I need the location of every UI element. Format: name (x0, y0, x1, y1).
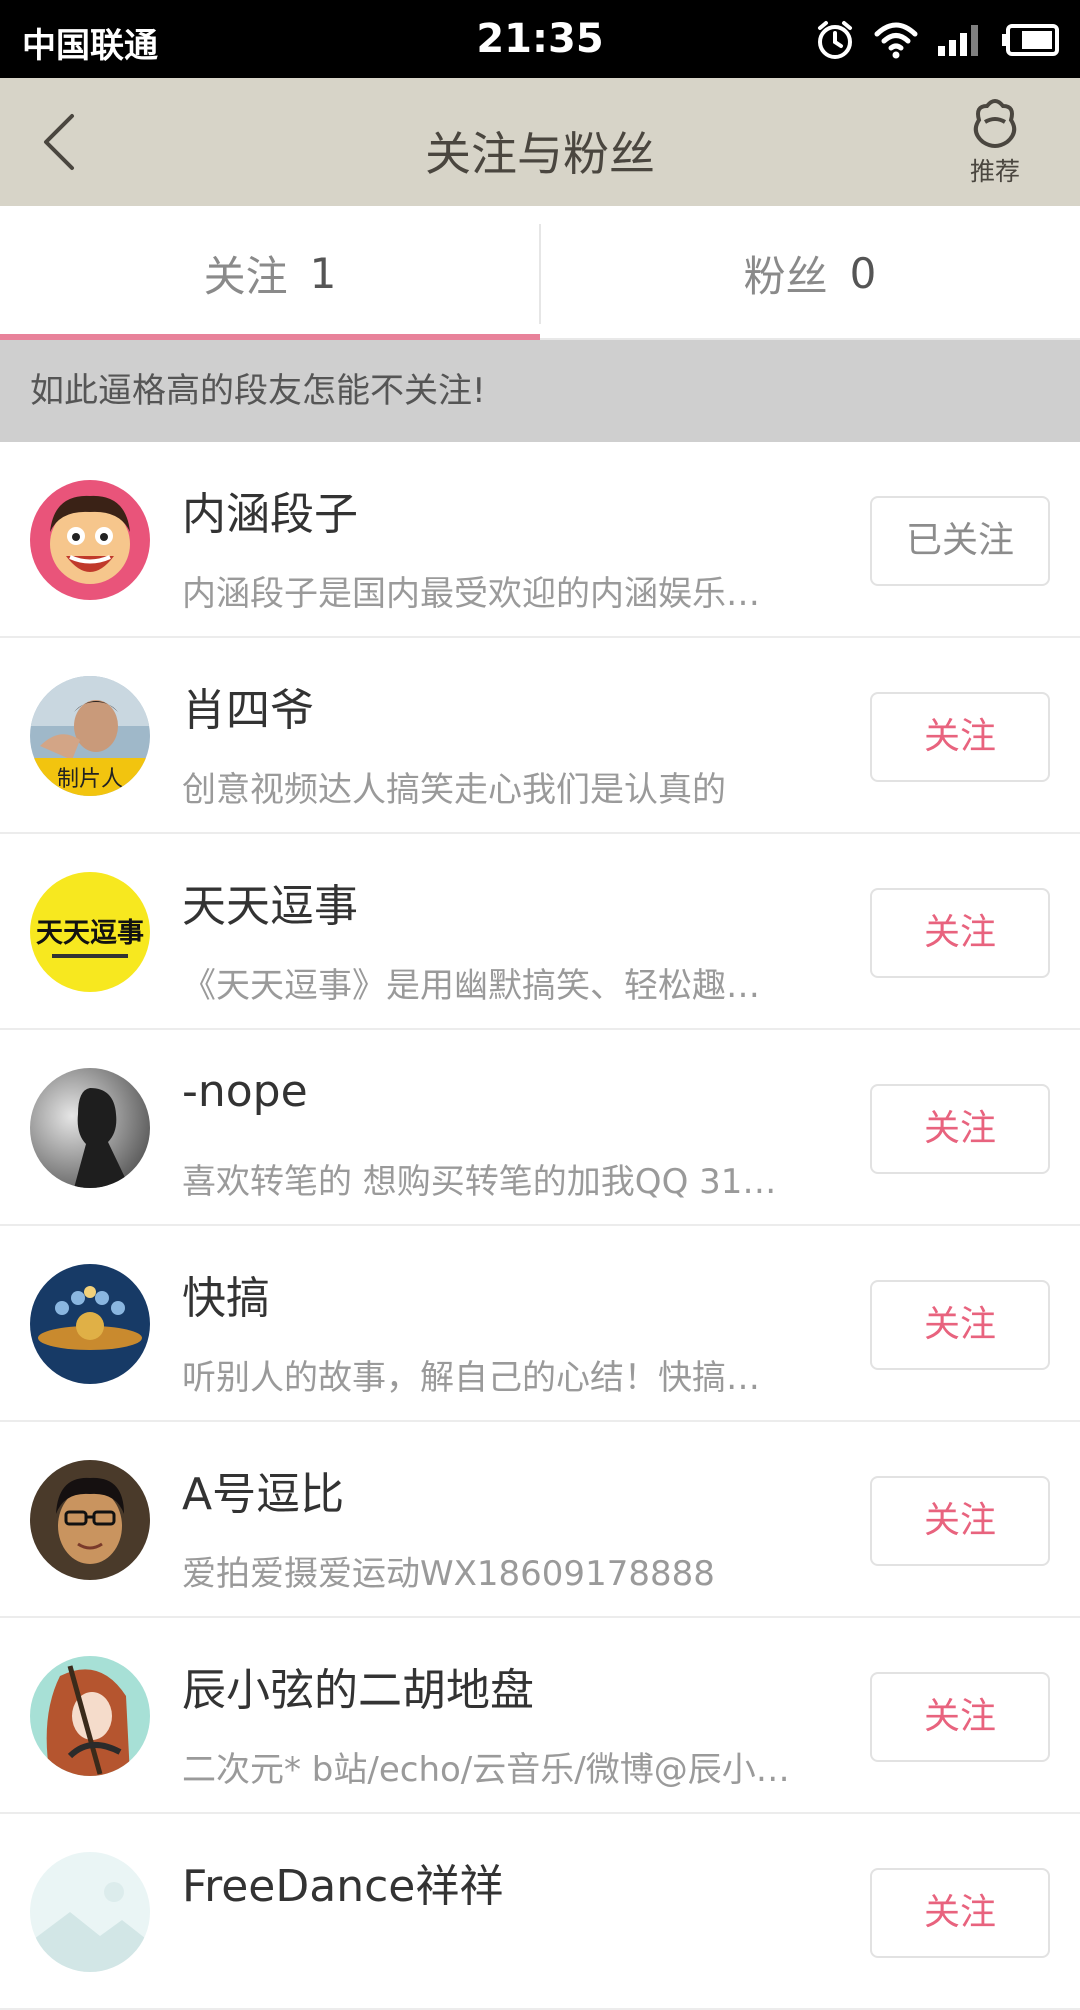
user-description: 听别人的故事，解自己的心结！快搞… (182, 1358, 760, 1398)
tab-fans-label: 粉丝 (743, 251, 828, 301)
status-icons (814, 14, 1060, 66)
tab-fans-count: 0 (849, 248, 877, 298)
user-name[interactable]: 内涵段子 (182, 478, 358, 542)
tab-bar: 关注 1 粉丝 0 (0, 206, 1080, 340)
follow-button[interactable]: 关注 (870, 692, 1050, 782)
user-description: 爱拍爱摄爱运动WX18609178888 (182, 1554, 715, 1594)
avatar-badge-text: 制片人 (57, 767, 123, 792)
list-item[interactable]: 快搞 听别人的故事，解自己的心结！快搞… 关注 (0, 1226, 1080, 1422)
tab-fans[interactable]: 粉丝 0 (540, 206, 1080, 340)
tab-following[interactable]: 关注 1 (0, 206, 540, 340)
user-name[interactable]: 肖四爷 (182, 674, 314, 738)
user-name[interactable]: 辰小弦的二胡地盘 (182, 1654, 534, 1718)
page-title: 关注与粉丝 (425, 127, 655, 181)
follow-button[interactable]: 关注 (870, 1280, 1050, 1370)
user-description: 创意视频达人搞笑走心我们是认真的 (182, 770, 726, 810)
follow-button[interactable]: 关注 (870, 1084, 1050, 1174)
avatar[interactable] (30, 1852, 150, 1972)
list-item[interactable]: 内涵段子 内涵段子是国内最受欢迎的内涵娱乐… 已关注 (0, 442, 1080, 638)
list-item[interactable]: 辰小弦的二胡地盘 二次元* b站/echo/云音乐/微博@辰小… 关注 (0, 1618, 1080, 1814)
avatar[interactable]: 天天逗事 (30, 872, 150, 992)
user-description: 《天天逗事》是用幽默搞笑、轻松趣… (182, 966, 760, 1006)
avatar[interactable] (30, 1460, 150, 1580)
avatar[interactable] (30, 1264, 150, 1384)
user-list: 内涵段子 内涵段子是国内最受欢迎的内涵娱乐… 已关注 制片人 肖四爷 创意视频达… (0, 442, 1080, 2010)
avatar[interactable]: 制片人 (30, 676, 150, 796)
list-item[interactable]: -nope 喜欢转笔的 想购买转笔的加我QQ 31… 关注 (0, 1030, 1080, 1226)
follow-button[interactable]: 关注 (870, 1868, 1050, 1958)
avatar[interactable] (30, 1068, 150, 1188)
user-description: 喜欢转笔的 想购买转笔的加我QQ 31… (182, 1162, 777, 1202)
user-name[interactable]: FreeDance祥祥 (182, 1850, 503, 1914)
wifi-icon (874, 22, 918, 59)
follow-button[interactable]: 关注 (870, 888, 1050, 978)
signal-icon (938, 25, 978, 56)
user-description: 二次元* b站/echo/云音乐/微博@辰小… (182, 1750, 790, 1790)
follow-button[interactable]: 已关注 (870, 496, 1050, 586)
user-name[interactable]: A号逗比 (182, 1458, 344, 1522)
user-name[interactable]: 天天逗事 (182, 870, 358, 934)
recommend-banner: 如此逼格高的段友怎能不关注! (0, 340, 1080, 442)
avatar[interactable] (30, 480, 150, 600)
avatar-logo-text: 天天逗事 (36, 918, 144, 949)
recommend-icon (973, 99, 1017, 148)
alarm-icon (818, 21, 852, 59)
title-bar: 关注与粉丝 推荐 (0, 78, 1080, 206)
list-item[interactable]: 天天逗事 天天逗事 《天天逗事》是用幽默搞笑、轻松趣… 关注 (0, 834, 1080, 1030)
tab-following-count: 1 (309, 248, 337, 298)
status-bar: 中国联通 21:35 (0, 0, 1080, 78)
recommend-label: 推荐 (969, 157, 1020, 186)
follow-button[interactable]: 关注 (870, 1476, 1050, 1566)
tab-following-label: 关注 (203, 251, 288, 301)
user-description: 内涵段子是国内最受欢迎的内涵娱乐… (182, 574, 760, 614)
follow-button[interactable]: 关注 (870, 1672, 1050, 1762)
list-item[interactable]: 制片人 肖四爷 创意视频达人搞笑走心我们是认真的 关注 (0, 638, 1080, 834)
list-item[interactable]: FreeDance祥祥 关注 (0, 1814, 1080, 2010)
user-name[interactable]: -nope (182, 1066, 308, 1117)
list-item[interactable]: A号逗比 爱拍爱摄爱运动WX18609178888 关注 (0, 1422, 1080, 1618)
user-name[interactable]: 快搞 (182, 1262, 270, 1326)
battery-icon (1002, 24, 1059, 56)
avatar[interactable] (30, 1656, 150, 1776)
recommend-button[interactable]: 推荐 (960, 92, 1030, 192)
